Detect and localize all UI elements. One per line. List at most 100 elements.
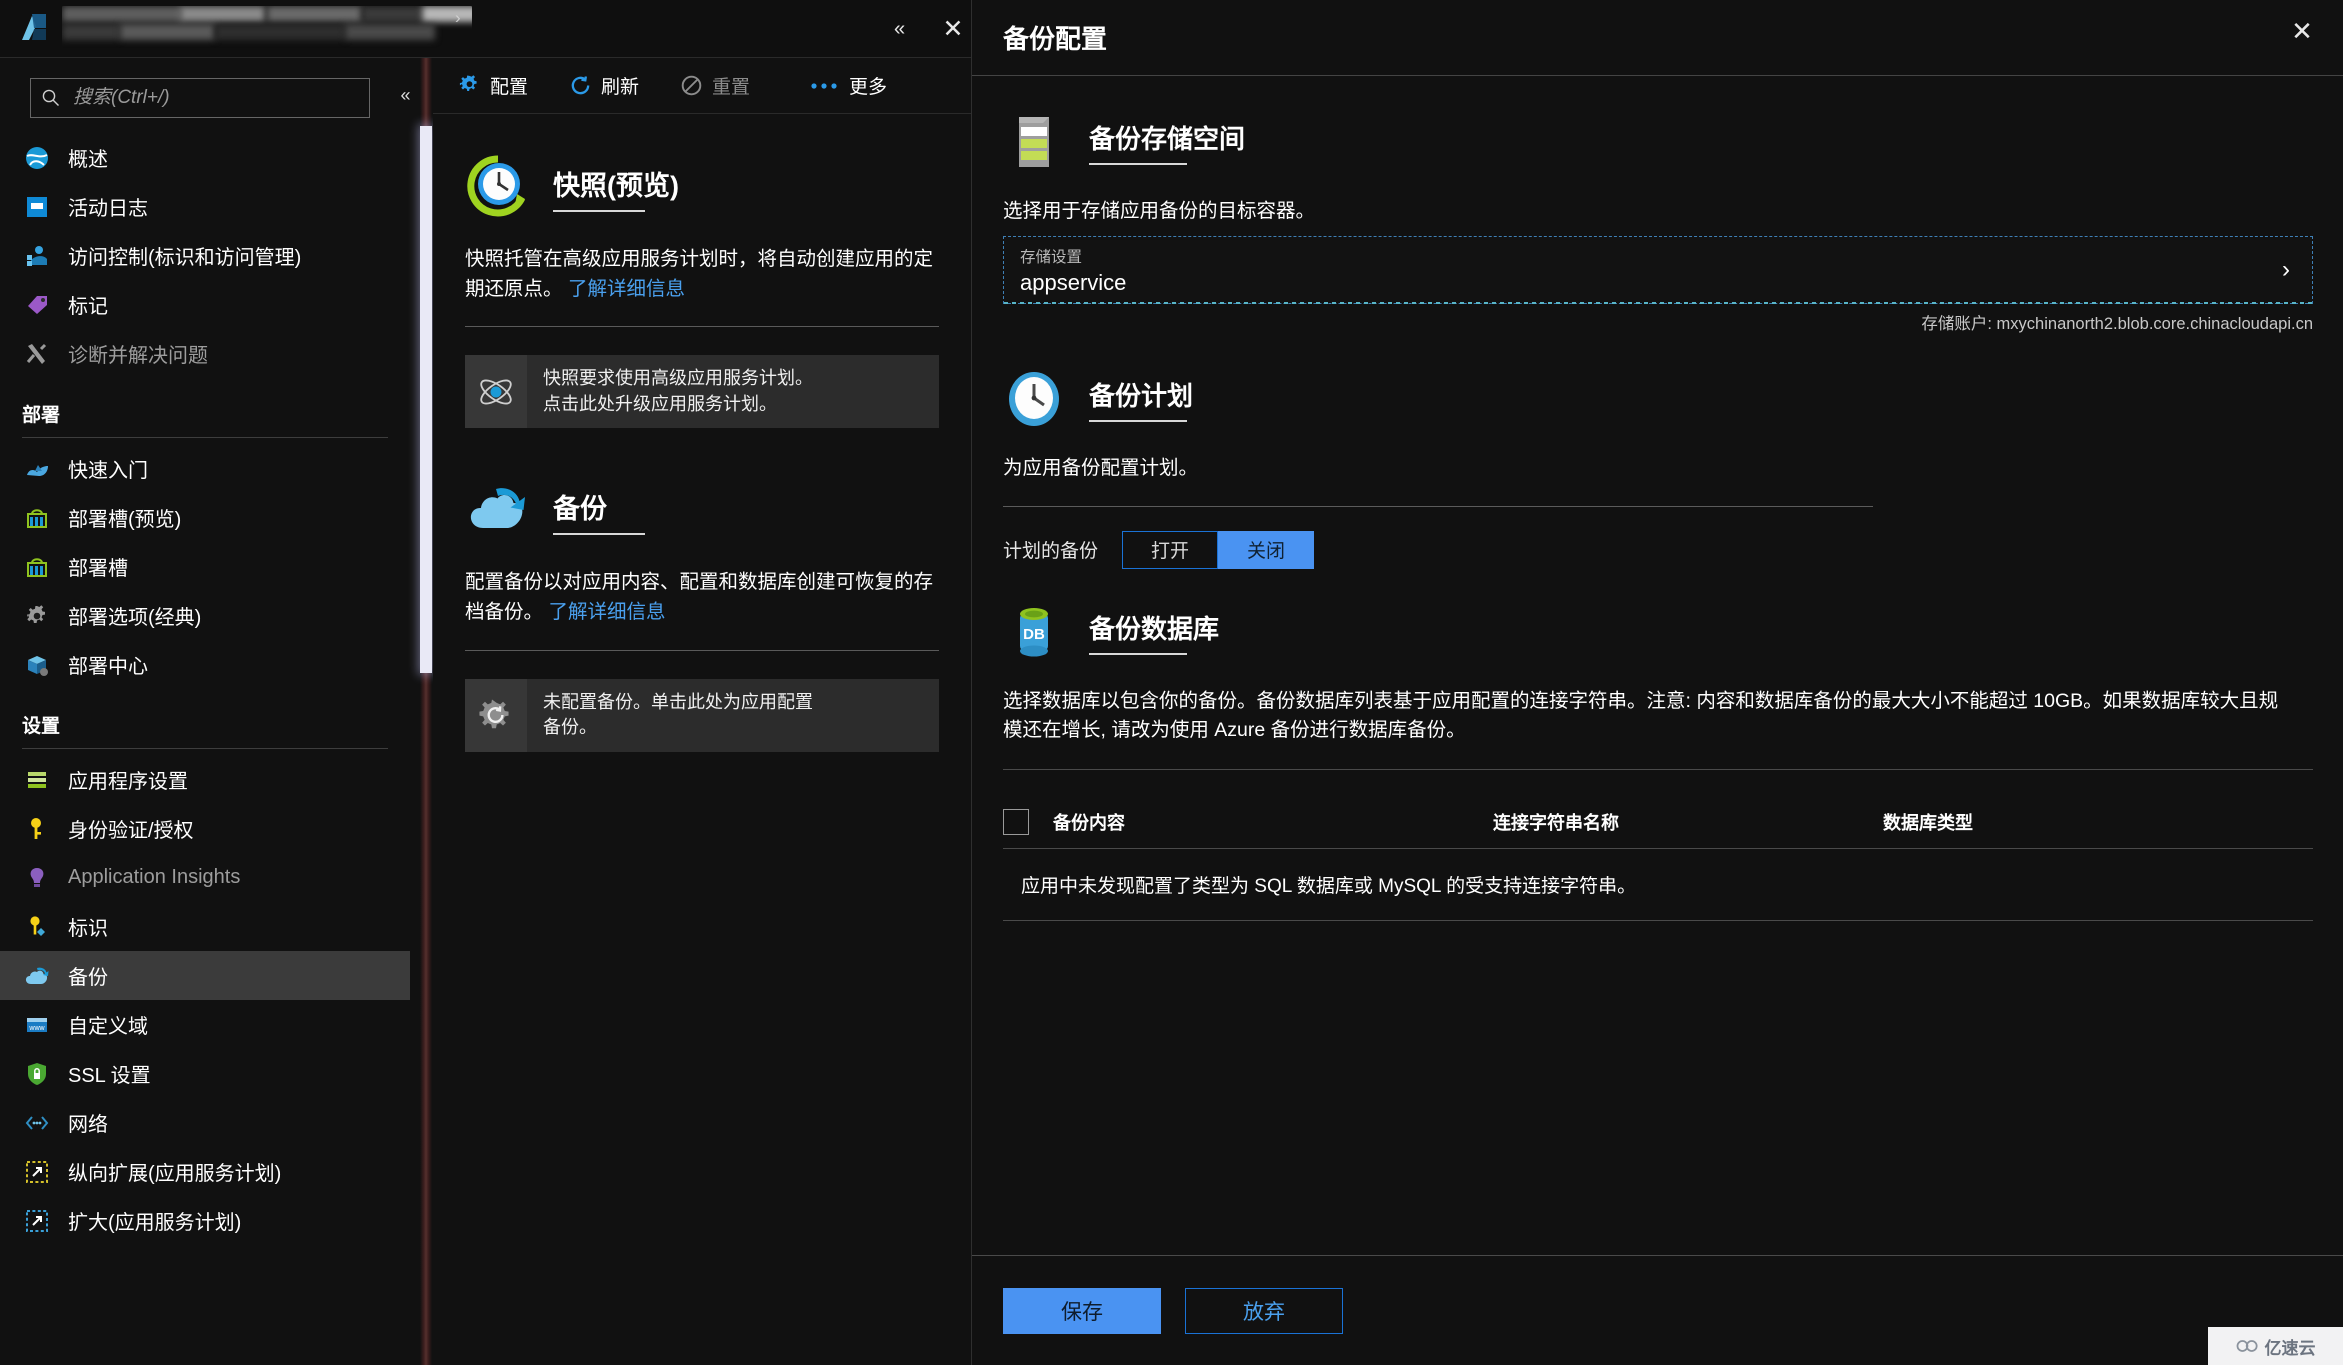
database-db-icon: DB — [1003, 601, 1065, 663]
snapshot-upgrade-notice[interactable]: 快照要求使用高级应用服务计划。 点击此处升级应用服务计划。 — [465, 355, 939, 429]
sidebar-item-label: 扩大(应用服务计划) — [68, 1212, 242, 1234]
snapshot-section-header: 快照(预览) — [465, 153, 939, 219]
watermark: 亿速云 — [2208, 1327, 2343, 1365]
schedule-description: 为应用备份配置计划。 — [1003, 457, 1199, 480]
scheduled-backup-off-option[interactable]: 关闭 — [1218, 530, 1315, 569]
storage-description: 选择用于存储应用备份的目标容器。 — [1003, 200, 1316, 222]
select-all-checkbox[interactable] — [1003, 809, 1029, 835]
backup-learn-more-link[interactable]: 了解详细信息 — [548, 601, 665, 623]
close-icon[interactable]: ✕ — [2279, 8, 2325, 54]
sidebar-item-networking[interactable]: 网络 — [0, 1098, 410, 1147]
toolbar-button-label: 刷新 — [601, 77, 640, 98]
sidebar-item-label: 标记 — [68, 296, 108, 318]
quickstart-rocket-icon — [22, 454, 52, 484]
sidebar-item-label: 部署选项(经典) — [68, 607, 202, 629]
sidebar-item-label: 纵向扩展(应用服务计划) — [68, 1163, 282, 1185]
svg-text:DB: DB — [1023, 626, 1045, 643]
sidebar-item-deployment-slots[interactable]: 部署槽 — [0, 542, 410, 591]
database-divider — [1003, 769, 2313, 770]
page-title: 备份配置 — [1003, 24, 1108, 54]
sidebar-item-scale-up[interactable]: 纵向扩展(应用服务计划) — [0, 1147, 410, 1196]
sidebar-item-tags[interactable]: 标记 — [0, 280, 410, 329]
sidebar-item-ssl-settings[interactable]: SSL 设置 — [0, 1049, 410, 1098]
deployment-slot-icon — [22, 552, 52, 582]
blade-toolbar: 配置 刷新 重置 更多 — [433, 58, 971, 114]
tag-icon — [22, 290, 52, 320]
watermark-text: 亿速云 — [2264, 1338, 2316, 1358]
snapshot-divider — [465, 326, 939, 328]
sidebar-item-label: 访问控制(标识和访问管理) — [68, 247, 302, 269]
ellipsis-icon — [808, 74, 840, 98]
title-underline — [553, 210, 645, 212]
ssl-shield-icon — [22, 1059, 52, 1089]
deployment-slot-icon — [22, 503, 52, 533]
more-button[interactable]: 更多 — [806, 68, 889, 103]
search-box[interactable] — [30, 78, 370, 118]
resource-menu-sidebar: « 概述 活动日志 — [0, 58, 420, 1365]
refresh-icon — [568, 74, 592, 98]
sidebar-item-deployment-options-classic[interactable]: 部署选项(经典) — [0, 591, 410, 640]
sidebar-scrollbar-track[interactable] — [420, 58, 432, 1365]
sidebar-item-application-settings[interactable]: 应用程序设置 — [0, 755, 410, 804]
storage-settings-field[interactable]: 存储设置 appservice › — [1003, 236, 2313, 305]
backup-title-wrap: 备份 — [553, 483, 645, 536]
database-empty-message: 应用中未发现配置了类型为 SQL 数据库或 MySQL 的受支持连接字符串。 — [1021, 876, 1637, 897]
snapshot-title-wrap: 快照(预览) — [553, 160, 679, 212]
sidebar-item-diagnose[interactable]: 诊断并解决问题 — [0, 329, 410, 378]
sidebar-item-custom-domains[interactable]: www 自定义域 — [0, 1000, 410, 1049]
sidebar-collapse-button[interactable]: « — [390, 80, 420, 110]
backup-description-text: 配置备份以对应用内容、配置和数据库创建可恢复的存档备份。 — [465, 571, 934, 623]
sidebar-item-label: 网络 — [68, 1114, 108, 1136]
sidebar-item-overview[interactable]: 概述 — [0, 133, 410, 182]
sidebar-item-backup[interactable]: 备份 — [0, 951, 410, 1000]
search-input[interactable] — [61, 87, 369, 109]
collapse-blade-button[interactable]: « — [876, 0, 922, 58]
schedule-title-wrap: 备份计划 — [1089, 376, 1193, 423]
discard-button[interactable]: 放弃 — [1185, 1287, 1343, 1334]
sidebar-item-deployment-center[interactable]: 部署中心 — [0, 640, 410, 689]
snapshot-notice-text: 快照要求使用高级应用服务计划。 点击此处升级应用服务计划。 — [527, 355, 939, 428]
snapshot-description-text: 快照托管在高级应用服务计划时，将自动创建应用的定期还原点。 — [465, 248, 934, 300]
backup-not-configured-notice[interactable]: 未配置备份。单击此处为应用配置 备份。 — [465, 678, 939, 752]
save-button[interactable]: 保存 — [1003, 1287, 1161, 1334]
snapshot-learn-more-link[interactable]: 了解详细信息 — [568, 278, 685, 300]
sidebar-item-activity-log[interactable]: 活动日志 — [0, 182, 410, 231]
cloud-logo-icon — [2236, 1340, 2258, 1352]
sidebar-item-label: 备份 — [68, 967, 108, 989]
clock-icon — [1003, 368, 1065, 430]
scheduled-backup-on-option[interactable]: 打开 — [1122, 530, 1219, 569]
sidebar-item-application-insights[interactable]: Application Insights — [0, 853, 410, 902]
sidebar-item-access-control[interactable]: 访问控制(标识和访问管理) — [0, 231, 410, 280]
sidebar-scrollbar-thumb[interactable] — [420, 126, 432, 673]
toolbar-button-label: 配置 — [490, 77, 529, 98]
identity-key-icon — [22, 912, 52, 942]
refresh-button[interactable]: 刷新 — [566, 68, 641, 103]
sidebar-item-scale-out[interactable]: 扩大(应用服务计划) — [0, 1196, 410, 1245]
scale-up-icon — [22, 1157, 52, 1187]
scheduled-backup-label: 计划的备份 — [1003, 541, 1099, 562]
database-table-header: 备份内容 连接字符串名称 数据库类型 — [1003, 796, 2313, 848]
storage-stack-icon — [1003, 111, 1065, 173]
sidebar-item-identity[interactable]: 标识 — [0, 902, 410, 951]
atom-icon — [465, 355, 527, 429]
scheduled-backup-segmented-control: 打开 关闭 — [1122, 530, 1315, 569]
blade-content: 备份存储空间 选择用于存储应用备份的目标容器。 存储设置 appservice … — [972, 77, 2343, 1255]
toolbar-button-label: 重置 — [712, 77, 751, 98]
sidebar-item-quickstart[interactable]: 快速入门 — [0, 444, 410, 493]
column-header-connection-string-name: 连接字符串名称 — [1493, 813, 1619, 833]
snapshot-clock-icon — [465, 153, 531, 219]
sidebar-item-label: 诊断并解决问题 — [68, 345, 208, 367]
close-blade-button[interactable]: ✕ — [930, 0, 976, 58]
sidebar-item-deployment-slots-preview[interactable]: 部署槽(预览) — [0, 493, 410, 542]
sidebar-item-label: 应用程序设置 — [68, 771, 188, 793]
backup-section-header: 备份 — [465, 476, 939, 542]
scale-out-icon — [22, 1206, 52, 1236]
azure-portal-window: › « ✕ « — [0, 0, 2343, 1365]
configure-button[interactable]: 配置 — [455, 68, 530, 103]
blade-header: 备份配置 ✕ — [972, 0, 2343, 76]
title-caret: › — [455, 8, 461, 27]
gear-refresh-icon — [465, 678, 527, 752]
overview-globe-icon — [22, 143, 52, 173]
sidebar-item-authentication[interactable]: 身份验证/授权 — [0, 804, 410, 853]
title-underline — [1089, 163, 1187, 165]
